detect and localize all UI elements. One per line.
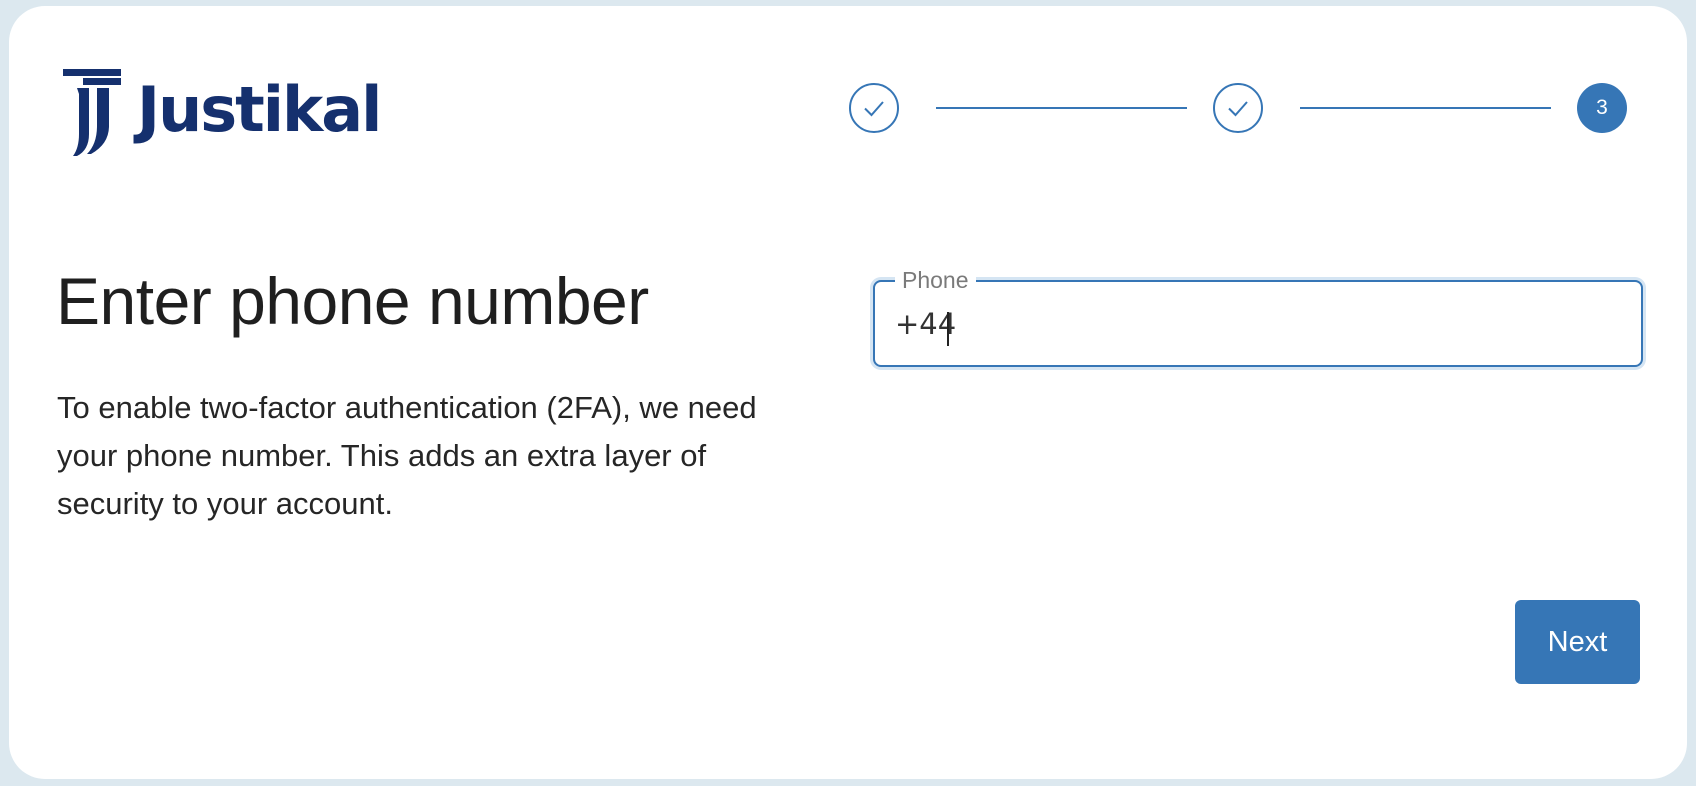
phone-field[interactable]: Phone bbox=[873, 266, 1643, 367]
step-2-completed bbox=[1213, 83, 1263, 133]
step-connector bbox=[1300, 107, 1551, 109]
page-title: Enter phone number bbox=[56, 264, 649, 338]
phone-field-label: Phone bbox=[895, 266, 976, 294]
check-icon bbox=[864, 101, 884, 117]
page-description: To enable two-factor authentication (2FA… bbox=[57, 390, 757, 521]
step-number: 3 bbox=[1596, 96, 1608, 119]
step-1-completed bbox=[849, 83, 899, 133]
progress-stepper: 3 bbox=[9, 6, 1687, 166]
check-icon bbox=[1228, 101, 1248, 117]
phone-input[interactable] bbox=[895, 302, 1595, 346]
text-caret bbox=[947, 312, 949, 346]
step-3-active: 3 bbox=[1577, 83, 1627, 133]
onboarding-card: Justikal 3 Enter phone number To enable … bbox=[9, 6, 1687, 779]
next-button[interactable]: Next bbox=[1515, 600, 1640, 684]
step-connector bbox=[936, 107, 1187, 109]
